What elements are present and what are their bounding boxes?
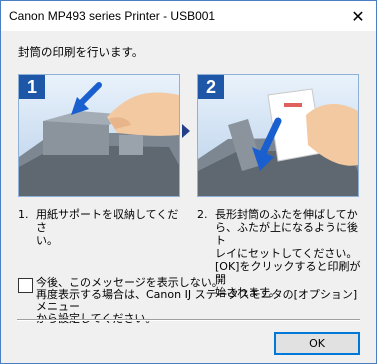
step-2-number: 2. [197, 208, 208, 221]
step-1-text: 用紙サポートを収納してくださ い。 [36, 208, 179, 247]
load-envelope-image [198, 88, 358, 196]
dont-show-again-label[interactable]: 今後、このメッセージを表示しない。 再度表示する場合は、Canon IJ ステー… [36, 277, 366, 325]
window-title: Canon MP493 series Printer - USB001 [9, 9, 216, 23]
step-2-illustration: 2 [197, 74, 359, 197]
next-step-arrow-icon [182, 124, 190, 138]
step-1-instruction: 1. 用紙サポートを収納してくださ い。 [18, 208, 183, 247]
title-bar: Canon MP493 series Printer - USB001 ✕ [1, 1, 376, 31]
ok-button[interactable]: OK [274, 332, 360, 355]
step-1-illustration: 1 [18, 74, 180, 197]
printer-message-dialog: Canon MP493 series Printer - USB001 ✕ 封筒… [0, 0, 377, 364]
printer-paper-support-image [19, 82, 179, 196]
step-1-number: 1. [18, 208, 29, 221]
close-button[interactable]: ✕ [340, 1, 376, 31]
dont-show-again-checkbox[interactable] [18, 278, 33, 293]
divider [17, 319, 360, 321]
message-heading: 封筒の印刷を行います。 [18, 45, 144, 59]
